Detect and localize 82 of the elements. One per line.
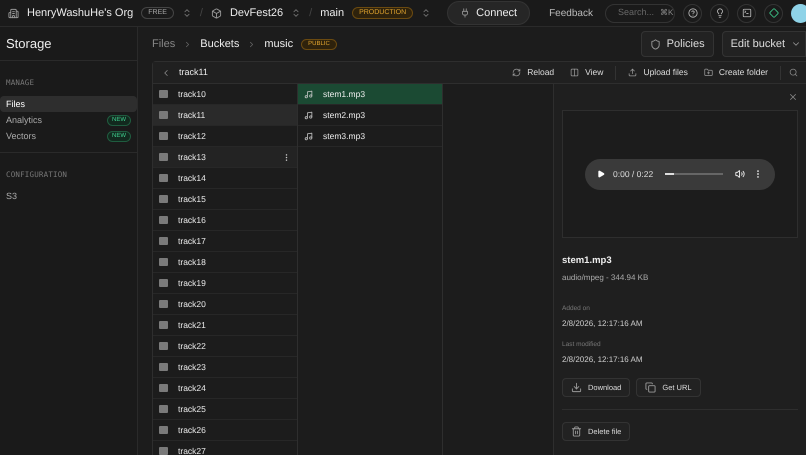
playback-time: 0:00 / 0:22 — [613, 168, 654, 180]
folder-icon — [159, 279, 168, 287]
added-date: 2/8/2026, 12:17:16 AM — [562, 318, 644, 330]
help-button[interactable] — [683, 4, 702, 22]
folder-icon — [159, 174, 168, 182]
folder-icon — [159, 258, 168, 266]
switcher-icon[interactable] — [291, 8, 302, 18]
avatar[interactable] — [791, 4, 806, 22]
toolbar-button[interactable]: View — [566, 66, 608, 79]
organization-icon — [8, 8, 19, 18]
sidebar-item[interactable]: Files — [0, 96, 137, 112]
play-icon[interactable] — [597, 170, 605, 178]
terminal-button[interactable] — [737, 4, 756, 22]
folder-icon — [159, 426, 168, 434]
policies-button[interactable]: Policies — [640, 30, 714, 58]
copy-icon — [645, 382, 656, 393]
close-icon[interactable] — [788, 92, 798, 102]
file-row[interactable]: stem1.mp3 — [298, 84, 442, 105]
help-icon — [688, 8, 698, 18]
breadcrumb-item[interactable]: Files — [152, 36, 176, 52]
breadcrumb-item[interactable]: Buckets — [200, 36, 240, 52]
project-icon — [210, 8, 222, 18]
file-meta: audio/mpeg - 344.94 KB — [562, 272, 650, 284]
music-icon — [304, 132, 313, 140]
reload-icon — [512, 68, 522, 77]
toolbar-button[interactable]: Upload files — [624, 66, 692, 79]
terminal-icon — [742, 8, 752, 18]
lightbulb-icon — [714, 8, 724, 18]
sidebar-item[interactable]: S3 — [0, 188, 137, 204]
search-bar[interactable]: Search... ⌘K — [605, 4, 675, 22]
folder-icon — [159, 216, 168, 224]
toolbar-button[interactable]: Create folder — [700, 66, 772, 79]
trash-icon — [571, 426, 582, 438]
upload-icon — [628, 68, 638, 77]
volume-icon[interactable] — [735, 169, 745, 179]
file-row[interactable]: stem3.mp3 — [298, 126, 442, 147]
folder-icon — [159, 111, 168, 119]
folder-icon — [159, 363, 168, 371]
connect-button[interactable]: Connect — [447, 0, 530, 26]
toolbar-button[interactable]: Reload — [508, 66, 558, 79]
folder-icon — [159, 321, 168, 329]
project-name[interactable]: DevFest26 — [230, 4, 284, 22]
switcher-icon[interactable] — [182, 8, 192, 18]
audio-player[interactable]: 0:00 / 0:22 — [585, 158, 775, 190]
folder-icon — [159, 342, 168, 350]
plug-icon — [460, 8, 470, 18]
breadcrumb-item[interactable]: music — [264, 36, 294, 52]
organization-name[interactable]: HenryWashuHe's Org — [27, 4, 134, 22]
search-icon[interactable] — [789, 68, 798, 77]
shortcut-hint: ⌘K — [660, 7, 674, 19]
folder-icon — [159, 195, 168, 203]
feedback-button[interactable]: Feedback — [549, 6, 593, 20]
sidebar-title: Storage — [6, 34, 52, 53]
folder-icon — [159, 300, 168, 308]
diamond-button[interactable] — [764, 4, 783, 22]
diamond-icon — [768, 8, 778, 18]
path-separator: / — [309, 6, 312, 21]
download-icon — [571, 382, 582, 393]
folder-icon — [159, 153, 168, 161]
folder-icon — [159, 237, 168, 245]
folder-row[interactable]: track11 — [153, 105, 297, 126]
music-icon — [304, 110, 313, 120]
shield-icon — [650, 38, 661, 50]
current-path: track11 — [179, 66, 208, 79]
folder-icon — [159, 90, 168, 98]
lightbulb-button[interactable] — [710, 4, 729, 22]
branch-name[interactable]: main — [320, 4, 344, 22]
file-row[interactable]: stem2.mp3 — [298, 105, 442, 126]
folder-row[interactable]: track13 — [153, 147, 297, 168]
folder-icon — [159, 132, 168, 140]
edit-bucket-button[interactable]: Edit bucket — [722, 30, 806, 58]
folder-icon — [159, 384, 168, 392]
path-separator: / — [200, 6, 203, 21]
columns-icon — [570, 68, 580, 77]
file-name: stem1.mp3 — [562, 254, 613, 268]
modified-date: 2/8/2026, 12:17:16 AM — [562, 354, 644, 366]
music-icon — [304, 90, 313, 98]
folder-icon — [159, 405, 168, 413]
switcher-icon[interactable] — [421, 8, 432, 18]
search-input[interactable]: Search... — [618, 6, 656, 20]
folder-plus-icon — [704, 68, 713, 77]
folder-icon — [159, 447, 168, 455]
